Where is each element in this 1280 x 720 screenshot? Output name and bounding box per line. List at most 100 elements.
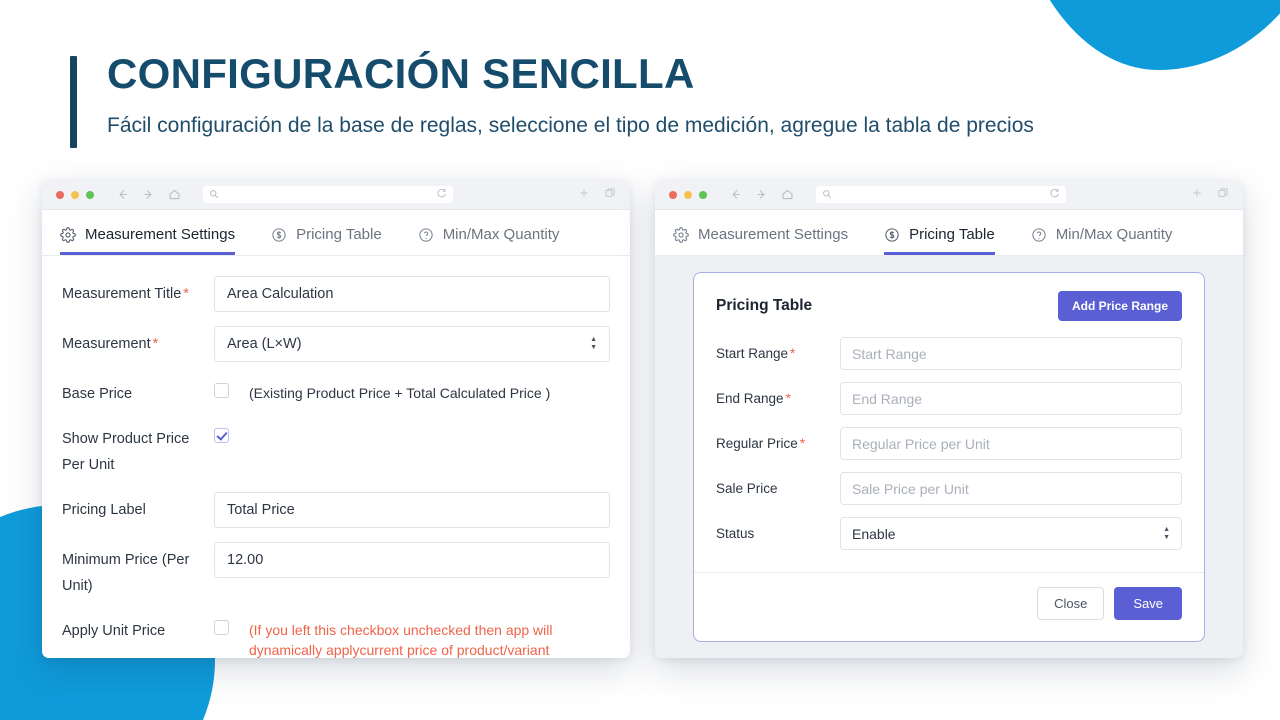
field-row-regular-price: Regular Price * Regular Price per Unit	[716, 427, 1182, 460]
page-subtitle: Fácil configuración de la base de reglas…	[107, 114, 1034, 138]
field-row-status: Status Enable ▲ ▼	[716, 517, 1182, 550]
status-select[interactable]: Enable ▲ ▼	[840, 517, 1182, 550]
pricing-table-card-title: Pricing Table	[716, 297, 813, 314]
sale-price-label: Sale Price	[716, 481, 778, 496]
start-range-input[interactable]: Start Range	[840, 337, 1182, 370]
tab-pricing-table[interactable]: Pricing Table	[884, 226, 995, 255]
field-row-start-range: Start Range * Start Range	[716, 337, 1182, 370]
heading-accent-bar	[70, 56, 77, 148]
home-icon[interactable]	[781, 188, 794, 201]
tab-measurement-settings[interactable]: Measurement Settings	[673, 226, 848, 255]
tab-label: Pricing Table	[296, 226, 382, 243]
window-traffic-lights	[669, 190, 707, 199]
reload-icon[interactable]	[1049, 186, 1060, 204]
add-price-range-button[interactable]: Add Price Range	[1057, 291, 1182, 321]
close-window-dot[interactable]	[669, 190, 677, 199]
measurement-selected-value: Area (L×W)	[227, 336, 302, 352]
minimum-price-label: Minimum Price (Per Unit)	[62, 552, 190, 594]
address-bar[interactable]	[203, 186, 453, 203]
tab-pricing-table[interactable]: Pricing Table	[271, 226, 382, 255]
field-row-measurement: Measurement * Area (L×W) ▲ ▼	[62, 326, 610, 362]
search-icon	[209, 186, 219, 204]
search-icon	[822, 186, 832, 204]
base-price-note: (Existing Product Price + Total Calculat…	[249, 385, 551, 401]
save-button[interactable]: Save	[1114, 587, 1182, 620]
required-asterisk: *	[799, 436, 806, 451]
select-stepper-icon: ▲ ▼	[590, 336, 597, 351]
new-tab-plus-icon[interactable]	[1191, 186, 1203, 204]
base-price-label: Base Price	[62, 386, 133, 402]
tab-overview-icon[interactable]	[604, 186, 616, 204]
browser-chrome-right	[655, 180, 1243, 210]
maximize-window-dot[interactable]	[86, 190, 94, 199]
gear-icon	[60, 226, 76, 243]
minimum-price-value: 12.00	[227, 552, 264, 569]
address-bar[interactable]	[816, 186, 1066, 203]
measurement-title-input[interactable]: Area Calculation	[214, 276, 610, 312]
minimum-price-input[interactable]: 12.00	[214, 542, 610, 579]
close-button[interactable]: Close	[1037, 587, 1105, 620]
show-product-price-checkbox[interactable]	[214, 428, 229, 444]
apply-unit-price-label: Apply Unit Price	[62, 622, 166, 639]
new-tab-plus-icon[interactable]	[578, 186, 590, 204]
back-arrow-icon[interactable]	[116, 188, 129, 201]
browser-window-right: Measurement Settings Pricing Table Min/M…	[655, 180, 1243, 658]
apply-unit-price-checkbox[interactable]	[214, 619, 229, 635]
tab-overview-icon[interactable]	[1217, 186, 1229, 204]
tab-label: Measurement Settings	[698, 226, 849, 243]
field-row-pricing-label: Pricing Label Total Price	[62, 492, 610, 529]
browser-nav-icons	[116, 188, 181, 201]
base-price-checkbox[interactable]	[214, 383, 229, 398]
browser-chrome-actions-right	[1191, 186, 1229, 204]
minimize-window-dot[interactable]	[71, 190, 79, 199]
status-label: Status	[716, 526, 755, 541]
close-window-dot[interactable]	[56, 190, 64, 199]
end-range-input[interactable]: End Range	[840, 382, 1182, 415]
pricing-label-value: Total Price	[227, 502, 295, 519]
end-range-label: End Range *	[716, 391, 791, 406]
minimize-window-dot[interactable]	[684, 190, 692, 199]
browser-chrome-actions-left	[578, 186, 616, 204]
pricing-table-card-header: Pricing Table Add Price Range	[716, 291, 1182, 321]
required-asterisk: *	[785, 391, 791, 406]
pricing-table-card: Pricing Table Add Price Range Start Rang…	[693, 272, 1205, 642]
settings-tabbar-left: Measurement Settings Pricing Table Min/M…	[42, 210, 630, 256]
reload-icon[interactable]	[436, 186, 447, 204]
page-title: CONFIGURACIÓN SENCILLA	[107, 50, 695, 97]
maximize-window-dot[interactable]	[699, 190, 707, 199]
tab-label: Min/Max Quantity	[1055, 226, 1173, 243]
dollar-circle-icon	[884, 227, 900, 243]
decorative-blue-shape-top-right	[1010, 0, 1280, 70]
tab-measurement-settings[interactable]: Measurement Settings	[60, 226, 236, 255]
required-asterisk: *	[183, 286, 189, 302]
pricing-table-panel: Pricing Table Add Price Range Start Rang…	[655, 256, 1243, 658]
forward-arrow-icon[interactable]	[755, 188, 768, 201]
sale-price-placeholder: Sale Price per Unit	[852, 480, 969, 497]
measurement-label: Measurement *	[62, 336, 159, 352]
field-row-minimum-price: Minimum Price (Per Unit) 12.00	[62, 542, 610, 599]
field-row-end-range: End Range * End Range	[716, 382, 1182, 415]
tab-min-max-quantity[interactable]: Min/Max Quantity	[418, 226, 559, 255]
sale-price-input[interactable]: Sale Price per Unit	[840, 472, 1182, 505]
home-icon[interactable]	[168, 188, 181, 201]
hero-heading-block: CONFIGURACIÓN SENCILLA Fácil configuraci…	[70, 50, 1034, 148]
measurement-title-value: Area Calculation	[227, 286, 334, 302]
required-asterisk: *	[152, 336, 159, 352]
required-asterisk: *	[790, 346, 796, 361]
pricing-card-footer: Close Save	[716, 573, 1182, 620]
show-product-price-label: Show Product Price Per Unit	[62, 431, 190, 473]
tab-min-max-quantity[interactable]: Min/Max Quantity	[1031, 226, 1173, 255]
question-circle-icon	[1031, 227, 1047, 243]
browser-window-left: Measurement Settings Pricing Table Min/M…	[42, 180, 630, 658]
regular-price-input[interactable]: Regular Price per Unit	[840, 427, 1182, 460]
pricing-label-label: Pricing Label	[62, 502, 146, 519]
back-arrow-icon[interactable]	[729, 188, 742, 201]
measurement-select[interactable]: Area (L×W) ▲ ▼	[214, 326, 610, 362]
slide-canvas: CONFIGURACIÓN SENCILLA Fácil configuraci…	[0, 0, 1280, 720]
start-range-placeholder: Start Range	[852, 345, 927, 362]
measurement-title-label: Measurement Title *	[62, 286, 189, 302]
pricing-label-input[interactable]: Total Price	[214, 492, 610, 529]
status-selected-value: Enable	[852, 525, 896, 542]
regular-price-placeholder: Regular Price per Unit	[852, 435, 990, 452]
forward-arrow-icon[interactable]	[142, 188, 155, 201]
